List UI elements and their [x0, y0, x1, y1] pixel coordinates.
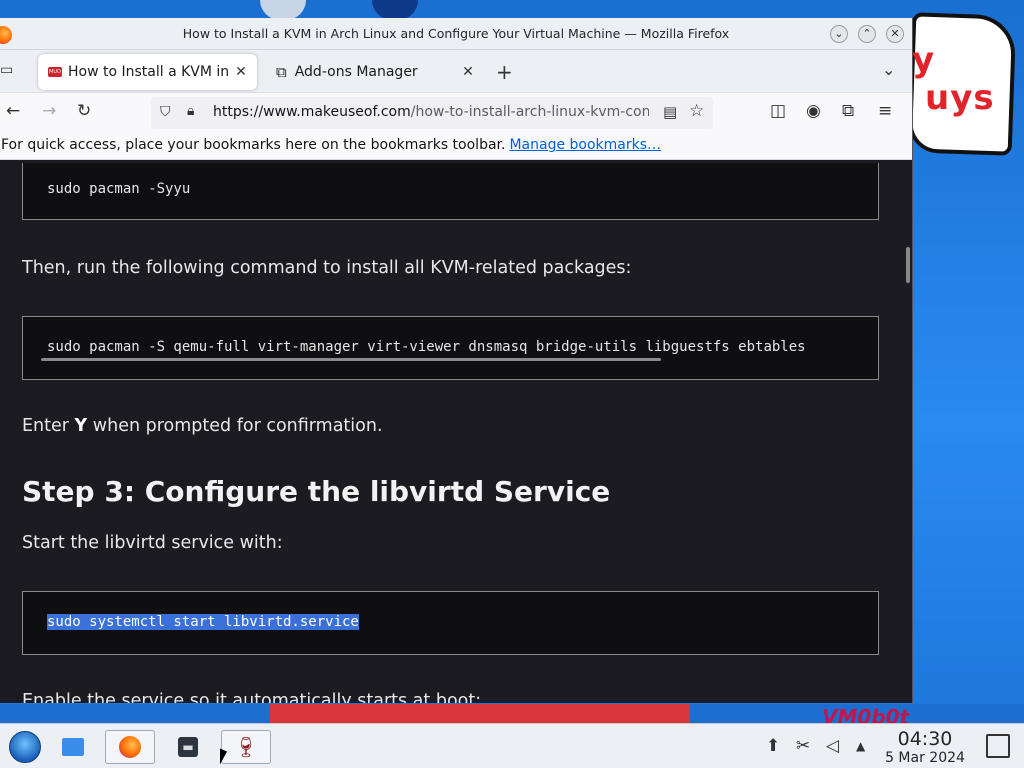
- start-button[interactable]: [0, 730, 50, 764]
- firefox-view-icon[interactable]: ▭: [0, 62, 18, 80]
- wine-glass-icon: 🍷︎: [233, 735, 259, 759]
- minimize-button[interactable]: ⌄: [830, 25, 848, 43]
- paragraph-install-packages: Then, run the following command to insta…: [22, 258, 632, 278]
- url-domain: https://www.makeuseof.com: [213, 104, 411, 120]
- lock-icon[interactable]: 🔒︎: [187, 103, 194, 119]
- pocket-icon[interactable]: ◫: [770, 101, 786, 121]
- window-title: How to Install a KVM in Arch Linux and C…: [182, 26, 730, 41]
- section-heading: Step 3: Configure the libvirtd Service: [22, 475, 611, 508]
- account-icon[interactable]: ◉: [806, 101, 821, 121]
- code-block-install[interactable]: sudo pacman -S qemu-full virt-manager vi…: [22, 316, 879, 380]
- file-manager-button[interactable]: [48, 730, 98, 764]
- clipboard-icon[interactable]: ✂: [796, 736, 810, 756]
- extensions-icon[interactable]: ⧉: [842, 101, 854, 121]
- wine-taskbar-button[interactable]: 🍷︎: [221, 730, 271, 764]
- muo-icon: MUO: [48, 67, 62, 77]
- menu-icon[interactable]: ≡: [878, 101, 892, 121]
- reload-icon[interactable]: ↻: [77, 101, 91, 121]
- desktop-sign-text-top: y: [912, 40, 935, 80]
- tab-bar: ▭ MUO How to Install a KVM in Arch ✕ ⧉ A…: [0, 50, 912, 92]
- forward-icon[interactable]: →: [42, 101, 56, 121]
- horizontal-scrollbar[interactable]: [41, 358, 661, 361]
- bookmarks-toolbar: For quick access, place your bookmarks h…: [0, 132, 912, 160]
- paragraph-start-service: Start the libvirtd service with:: [22, 533, 283, 553]
- close-tab-icon[interactable]: ✕: [458, 64, 478, 80]
- selected-code-text[interactable]: sudo systemctl start libvirtd.service: [47, 614, 359, 630]
- volume-icon[interactable]: ◁: [826, 736, 839, 756]
- maximize-button[interactable]: ⌃: [858, 25, 876, 43]
- paragraph-enable-service: Enable the service so it automatically s…: [22, 691, 482, 703]
- close-window-button[interactable]: ✕: [886, 25, 904, 43]
- close-tab-icon[interactable]: ✕: [231, 64, 251, 80]
- terminal-icon: ▬: [178, 737, 198, 757]
- start-orb-icon: [9, 731, 41, 763]
- puzzle-icon: ⧉: [276, 63, 287, 81]
- tab-addons-manager[interactable]: ⧉ Add-ons Manager ✕: [266, 54, 484, 90]
- list-all-tabs-icon[interactable]: ⌄: [882, 60, 895, 79]
- bookmarks-message: For quick access, place your bookmarks h…: [1, 137, 506, 153]
- back-icon[interactable]: ←: [6, 101, 20, 121]
- code-block-update[interactable]: sudo pacman -Syyu: [22, 163, 879, 220]
- url-bar[interactable]: ⛉ 🔒︎ https://www.makeuseof.com/how-to-in…: [151, 97, 713, 129]
- firefox-icon: [119, 736, 141, 758]
- bookmark-star-icon[interactable]: ☆: [689, 101, 704, 121]
- shield-icon[interactable]: ⛉: [160, 104, 171, 120]
- tray-expand-icon[interactable]: ▲: [856, 739, 865, 753]
- reader-view-icon[interactable]: ▤: [663, 103, 677, 121]
- terminal-taskbar-button[interactable]: ▬: [163, 730, 213, 764]
- confirm-key: Y: [74, 416, 88, 436]
- title-bar[interactable]: How to Install a KVM in Arch Linux and C…: [0, 18, 912, 50]
- navigation-toolbar: ← → ↻ ⛉ 🔒︎ https://www.makeuseof.com/how…: [0, 92, 912, 132]
- url-text[interactable]: https://www.makeuseof.com/how-to-install…: [213, 104, 649, 120]
- firefox-window: How to Install a KVM in Arch Linux and C…: [0, 18, 913, 703]
- tab-kvm-article[interactable]: MUO How to Install a KVM in Arch ✕: [38, 54, 257, 90]
- code-text[interactable]: sudo pacman -S qemu-full virt-manager vi…: [47, 339, 806, 355]
- paragraph-confirmation: Enter Y when prompted for confirmation.: [22, 416, 383, 436]
- taskbar: ▬ 🍷︎ ⬆ ✂ ◁ ▲ 04:30 5 Mar 2024: [0, 723, 1024, 768]
- page-content: sudo pacman -Syyu Then, run the followin…: [0, 163, 912, 703]
- clock[interactable]: 04:30 5 Mar 2024: [882, 729, 968, 767]
- mouse-cursor: [220, 748, 227, 768]
- folder-icon: [62, 738, 84, 756]
- desktop-sign-text: uys: [925, 78, 995, 118]
- url-path: /how-to-install-arch-linux-kvm-con: [410, 104, 649, 120]
- firefox-taskbar-button[interactable]: [105, 730, 155, 764]
- new-tab-button[interactable]: +: [496, 60, 513, 84]
- updates-icon[interactable]: ⬆: [766, 736, 780, 756]
- show-desktop-button[interactable]: [986, 734, 1010, 758]
- clock-date: 5 Mar 2024: [885, 750, 965, 766]
- tab-label: How to Install a KVM in Arch: [68, 64, 231, 80]
- manage-bookmarks-link[interactable]: Manage bookmarks…: [509, 137, 661, 153]
- vertical-scrollbar[interactable]: [906, 247, 910, 283]
- clock-time: 04:30: [897, 728, 953, 750]
- code-block-systemctl[interactable]: sudo systemctl start libvirtd.service: [22, 591, 879, 655]
- tab-label: Add-ons Manager: [294, 64, 418, 80]
